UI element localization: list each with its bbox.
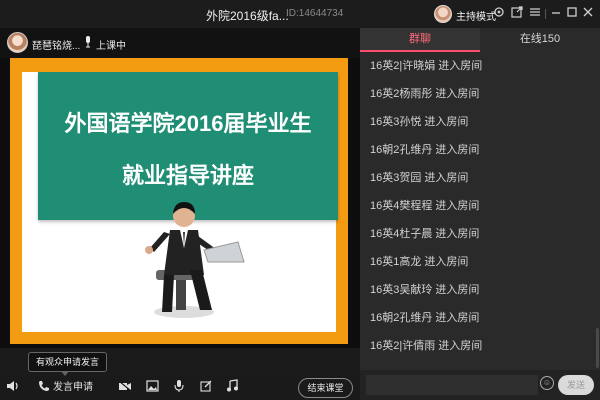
presenter-bar: 琵琶铭烧... 上课中	[0, 28, 360, 58]
title-bar: 外院2016级fa... ID:14644734 主持模式	[0, 0, 600, 28]
end-class-button[interactable]: 结束课堂	[298, 378, 353, 398]
chat-message: 16英1高龙 进入房间	[370, 256, 469, 268]
class-status: 上课中	[96, 41, 126, 52]
bottom-toolbar: 发言申请 结束课堂	[0, 376, 360, 400]
chat-message: 16朝2孔维丹 进入房间	[370, 144, 480, 156]
presenter-avatar[interactable]	[7, 32, 28, 53]
chat-panel: 群聊 在线150 16英2|许晓娟 进入房间 16英2杨雨彤 进入房间 16英3…	[360, 28, 600, 400]
edit-icon[interactable]	[200, 379, 212, 397]
phone-icon[interactable]	[38, 379, 50, 397]
tab-online[interactable]: 在线150	[480, 28, 600, 52]
microphone-icon	[84, 36, 92, 51]
slide-inner: 外国语学院2016届毕业生 就业指导讲座	[22, 72, 338, 332]
close-icon[interactable]	[581, 6, 595, 20]
speak-request-button[interactable]: 发言申请	[53, 379, 93, 397]
presentation-stage: 外国语学院2016届毕业生 就业指导讲座	[0, 58, 360, 348]
chat-message: 16英2杨雨彤 进入房间	[370, 88, 480, 100]
slide: 外国语学院2016届毕业生 就业指导讲座	[10, 58, 348, 344]
microphone-toolbar-icon[interactable]	[174, 379, 184, 397]
music-icon[interactable]	[226, 379, 238, 397]
slide-title-line1: 外国语学院2016届毕业生	[64, 111, 312, 136]
window-title: 外院2016级fa...	[206, 9, 289, 23]
menu-icon[interactable]	[528, 6, 542, 20]
chat-tabs: 群聊 在线150	[360, 28, 600, 52]
send-button[interactable]: 发送	[558, 375, 594, 395]
chat-message: 16英3孙悦 进入房间	[370, 116, 469, 128]
chat-message: 16英4樊程程 进入房间	[370, 200, 480, 212]
presenter-illustration	[145, 202, 245, 318]
chat-message: 16英3贺园 进入房间	[370, 172, 469, 184]
emoji-icon[interactable]: ☺	[540, 376, 554, 390]
share-icon[interactable]	[510, 6, 524, 20]
title-separator	[545, 9, 546, 19]
host-avatar[interactable]	[434, 5, 452, 23]
chat-input-bar: ☺ 发送	[360, 370, 600, 400]
maximize-icon[interactable]	[565, 6, 579, 20]
room-id: ID:14644734	[286, 8, 344, 19]
minimize-icon[interactable]	[549, 6, 563, 20]
chat-message-list[interactable]: 16英2|许晓娟 进入房间 16英2杨雨彤 进入房间 16英3孙悦 进入房间 1…	[360, 52, 594, 370]
image-icon[interactable]	[146, 379, 159, 397]
chat-message: 16英4杜子晨 进入房间	[370, 228, 480, 240]
chat-input[interactable]	[366, 375, 538, 395]
chat-message: 16英2|许晓娟 进入房间	[370, 60, 483, 72]
slide-title-line2: 就业指导讲座	[121, 163, 254, 188]
volume-icon[interactable]	[6, 379, 20, 397]
speak-request-tooltip: 有观众申请发言	[28, 352, 108, 376]
chat-message: 16英3吴献玲 进入房间	[370, 284, 480, 296]
presenter-name: 琵琶铭烧...	[32, 41, 81, 52]
camera-icon[interactable]	[118, 379, 132, 397]
tab-group-chat[interactable]: 群聊	[360, 28, 480, 52]
chat-scrollbar[interactable]	[596, 328, 599, 368]
chat-message: 16英2|许倩雨 进入房间	[370, 340, 483, 352]
host-mode-label[interactable]: 主持模式	[456, 8, 496, 23]
chat-message: 16朝2孔维丹 进入房间	[370, 312, 480, 324]
settings-icon[interactable]	[492, 6, 506, 20]
